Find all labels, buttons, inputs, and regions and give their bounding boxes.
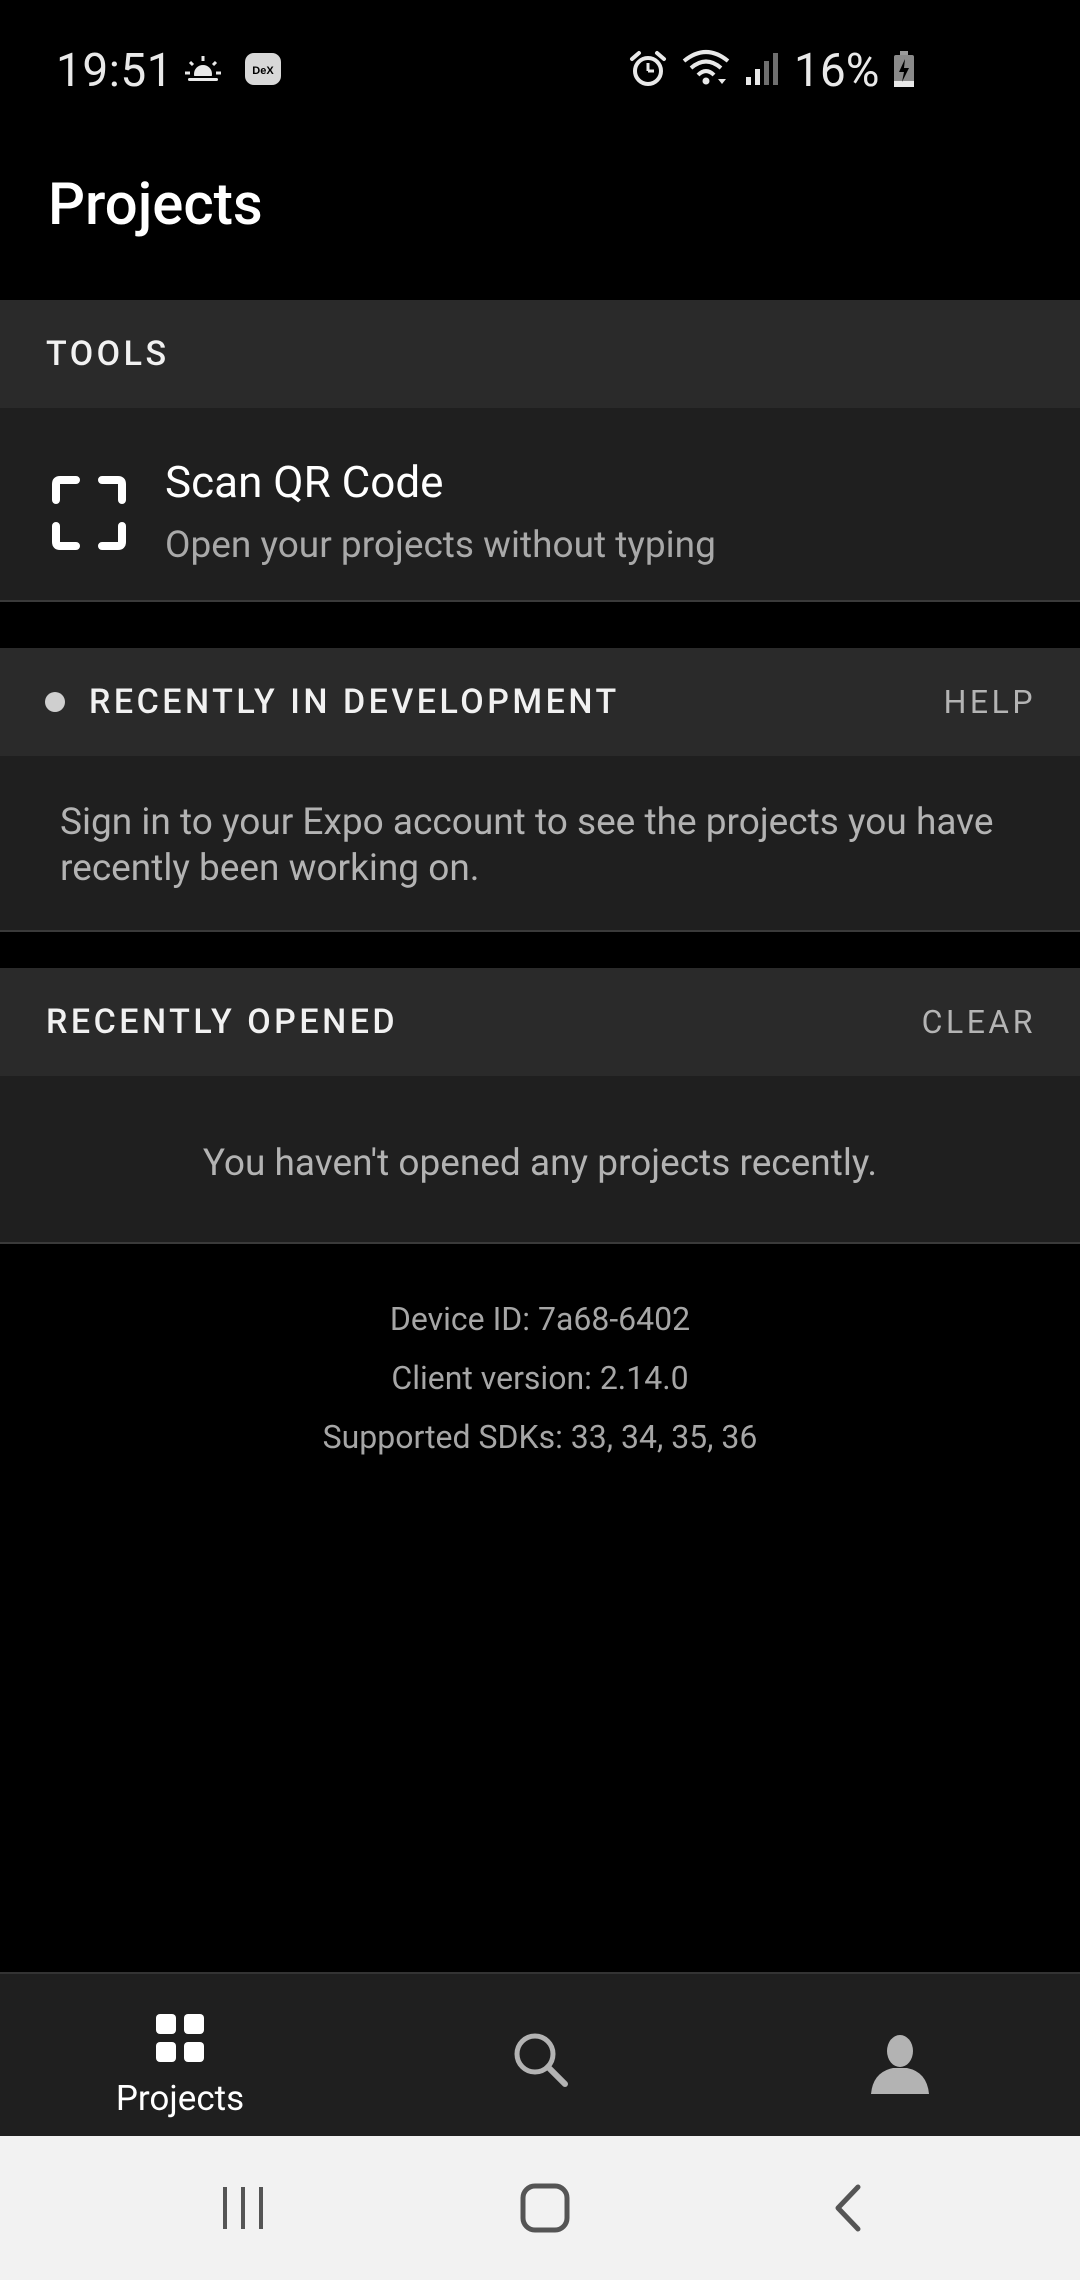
qr-scan-icon [52, 476, 126, 550]
alarm-icon [628, 49, 668, 93]
recent-dev-section-title: RECENTLY IN DEVELOPMENT [89, 682, 620, 722]
status-bar: 19:51 DeX 16% [0, 0, 1080, 145]
tools-section-title: TOOLS [46, 334, 170, 374]
back-icon [835, 2184, 861, 2232]
sign-in-message: Sign in to your Expo account to see the … [60, 801, 994, 890]
tab-search[interactable] [360, 1974, 720, 2138]
recent-dev-section-header: RECENTLY IN DEVELOPMENT HELP [0, 648, 1080, 756]
status-left-icons: DeX [184, 52, 282, 90]
page-title: Projects [48, 171, 263, 239]
battery-charging-icon [893, 50, 915, 92]
clear-button[interactable]: CLEAR [922, 968, 1036, 1076]
tab-projects[interactable]: Projects [0, 1974, 360, 2138]
profile-icon [869, 2032, 931, 2098]
home-icon [520, 2183, 570, 2233]
bottom-tab-bar: Projects [0, 1972, 1080, 2136]
battery-percent: 16% [794, 44, 880, 98]
client-version: Client version: 2.14.0 [391, 1359, 689, 1397]
weather-icon [184, 54, 222, 88]
search-icon [511, 2030, 569, 2092]
tab-profile[interactable] [720, 1974, 1080, 2138]
status-right-icons: 16% [628, 44, 915, 98]
recent-dev-body: Sign in to your Expo account to see the … [0, 756, 1080, 932]
scan-qr-title: Scan QR Code [165, 456, 444, 508]
recents-icon [223, 2187, 263, 2229]
recent-opened-section-title: RECENTLY OPENED [46, 1002, 399, 1042]
android-nav-bar [0, 2136, 1080, 2280]
scan-qr-subtitle: Open your projects without typing [165, 524, 716, 567]
no-recent-projects-message: You haven't opened any projects recently… [202, 1142, 878, 1185]
recent-opened-section-header: RECENTLY OPENED CLEAR [0, 968, 1080, 1076]
grid-icon [156, 2014, 204, 2066]
recent-opened-body: You haven't opened any projects recently… [0, 1076, 1080, 1244]
dex-label: DeX [252, 65, 274, 77]
wifi-icon [682, 49, 730, 93]
device-id: Device ID: 7a68-6402 [389, 1300, 691, 1338]
device-info: Device ID: 7a68-6402 Client version: 2.1… [0, 1290, 1080, 1467]
signal-icon [744, 51, 780, 91]
help-button[interactable]: HELP [944, 648, 1036, 756]
back-button[interactable] [668, 2136, 1028, 2280]
app-header: Projects [0, 145, 1080, 300]
status-time: 19:51 [56, 44, 174, 98]
tools-section-header: TOOLS [0, 300, 1080, 408]
supported-sdks: Supported SDKs: 33, 34, 35, 36 [322, 1418, 758, 1456]
scan-qr-code-row[interactable]: Scan QR Code Open your projects without … [0, 408, 1080, 602]
tab-projects-label: Projects [115, 2078, 245, 2119]
dex-icon: DeX [244, 52, 282, 90]
status-dot-icon [45, 692, 65, 712]
